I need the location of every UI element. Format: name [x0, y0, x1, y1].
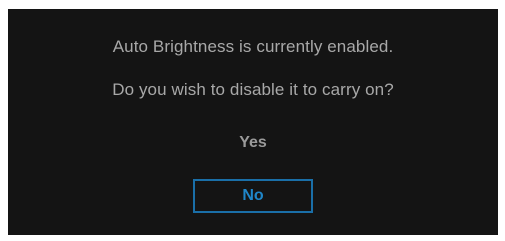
- dialog-message-line-1: Auto Brightness is currently enabled.: [112, 37, 394, 56]
- dialog-message-line-2: Do you wish to disable it to carry on?: [112, 80, 394, 99]
- yes-button[interactable]: Yes: [192, 133, 314, 153]
- confirmation-dialog: Auto Brightness is currently enabled. Do…: [8, 9, 498, 235]
- no-button[interactable]: No: [193, 179, 313, 213]
